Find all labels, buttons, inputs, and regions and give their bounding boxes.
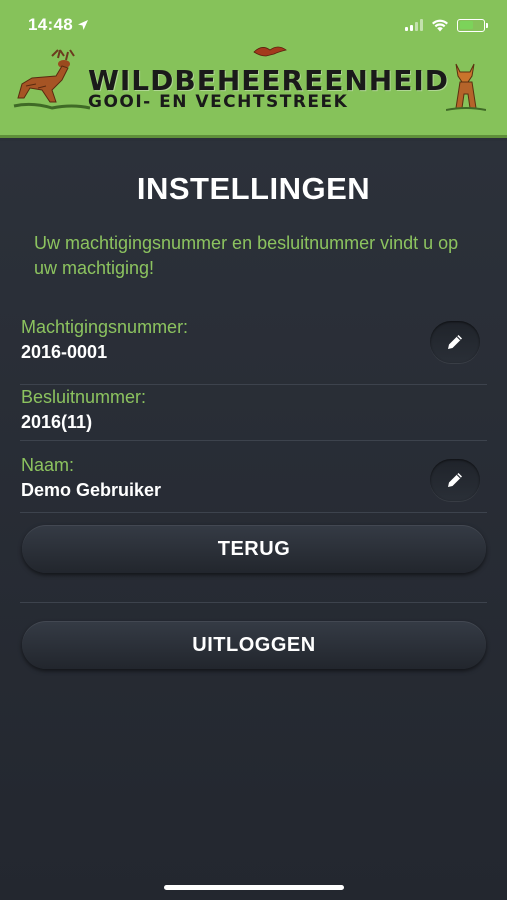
app-header: 14:48 WILDBEHEEREENHEID GOOI- EN VECHTST… — [0, 0, 507, 138]
pencil-icon — [448, 335, 462, 349]
fox-logo-icon — [446, 63, 486, 111]
field-value: Demo Gebruiker — [21, 480, 162, 500]
field-label: Naam: — [21, 455, 75, 475]
battery-charging-icon — [457, 18, 488, 32]
status-icons — [405, 18, 488, 32]
location-arrow-icon — [77, 20, 88, 30]
field-besluitnummer: Besluitnummer: 2016(11) — [20, 387, 487, 441]
pencil-icon — [448, 473, 462, 487]
field-label: Besluitnummer: — [21, 387, 147, 407]
edit-machtigingsnummer-button[interactable] — [430, 321, 480, 363]
edit-naam-button[interactable] — [430, 459, 480, 501]
bird-logo-icon — [253, 46, 287, 57]
deer-logo-icon — [13, 49, 91, 110]
settings-content: INSTELLINGEN Uw machtigingsnummer en bes… — [0, 141, 507, 900]
org-region: GOOI- EN VECHTSTREEK — [88, 92, 349, 112]
wifi-icon — [432, 19, 448, 31]
cellular-signal-icon — [405, 19, 423, 31]
field-value: 2016-0001 — [21, 342, 108, 362]
battery-level — [459, 21, 474, 29]
status-time: 14:48 — [28, 15, 89, 35]
back-button[interactable]: TERUG — [22, 525, 486, 573]
page-title: INSTELLINGEN — [136, 171, 371, 206]
home-indicator[interactable] — [164, 885, 344, 890]
field-value: 2016(11) — [21, 412, 93, 432]
field-naam: Naam: Demo Gebruiker — [20, 455, 487, 513]
intro-text: Uw machtigingsnummer en besluitnummer vi… — [34, 233, 459, 278]
divider — [20, 602, 487, 603]
field-machtigingsnummer: Machtigingsnummer: 2016-0001 — [20, 317, 487, 385]
clock-text: 14:48 — [28, 15, 73, 34]
logout-button[interactable]: UITLOGGEN — [22, 621, 486, 669]
field-label: Machtigingsnummer: — [21, 317, 189, 337]
